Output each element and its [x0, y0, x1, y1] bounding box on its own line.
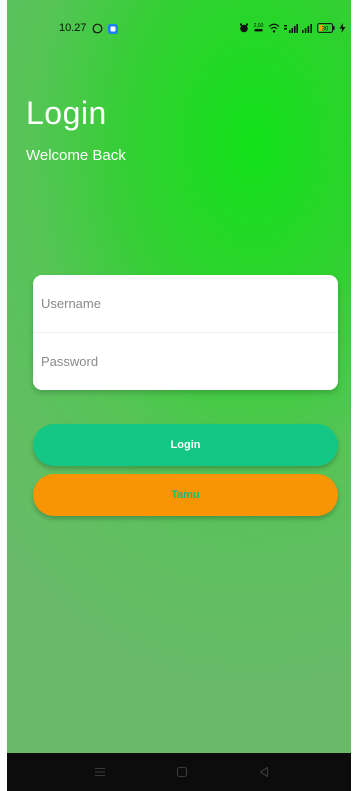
status-right-icons: 2,00 30	[239, 20, 346, 38]
signal-icon	[302, 20, 313, 38]
wifi-icon	[268, 20, 280, 38]
password-input[interactable]	[33, 333, 338, 390]
back-icon[interactable]	[257, 765, 271, 779]
charging-icon	[339, 20, 346, 38]
status-bar: 10.27 2,00 30	[7, 0, 351, 56]
battery-icon: 30	[317, 20, 335, 38]
alarm-icon	[239, 20, 249, 38]
status-time: 10.27	[59, 22, 87, 34]
svg-text:30: 30	[322, 27, 329, 33]
status-left-icons	[92, 21, 118, 39]
notification-app-icon	[108, 21, 118, 39]
home-icon[interactable]	[175, 765, 189, 779]
data-speed-icon: 2,00	[253, 20, 264, 38]
guest-button[interactable]: Tamu	[33, 474, 338, 516]
login-form-card	[33, 275, 338, 390]
login-button[interactable]: Login	[33, 424, 338, 466]
whatsapp-icon	[92, 21, 103, 39]
page-subtitle: Welcome Back	[26, 147, 126, 164]
signal-icon	[284, 20, 298, 38]
svg-text:2,00: 2,00	[254, 23, 264, 29]
system-navigation-bar	[7, 753, 351, 791]
username-input[interactable]	[33, 275, 338, 332]
menu-icon[interactable]	[93, 765, 107, 779]
page-title: Login	[26, 95, 107, 131]
app-screen: 10.27 2,00 30 Login Welcome Back Usernam…	[7, 0, 351, 791]
